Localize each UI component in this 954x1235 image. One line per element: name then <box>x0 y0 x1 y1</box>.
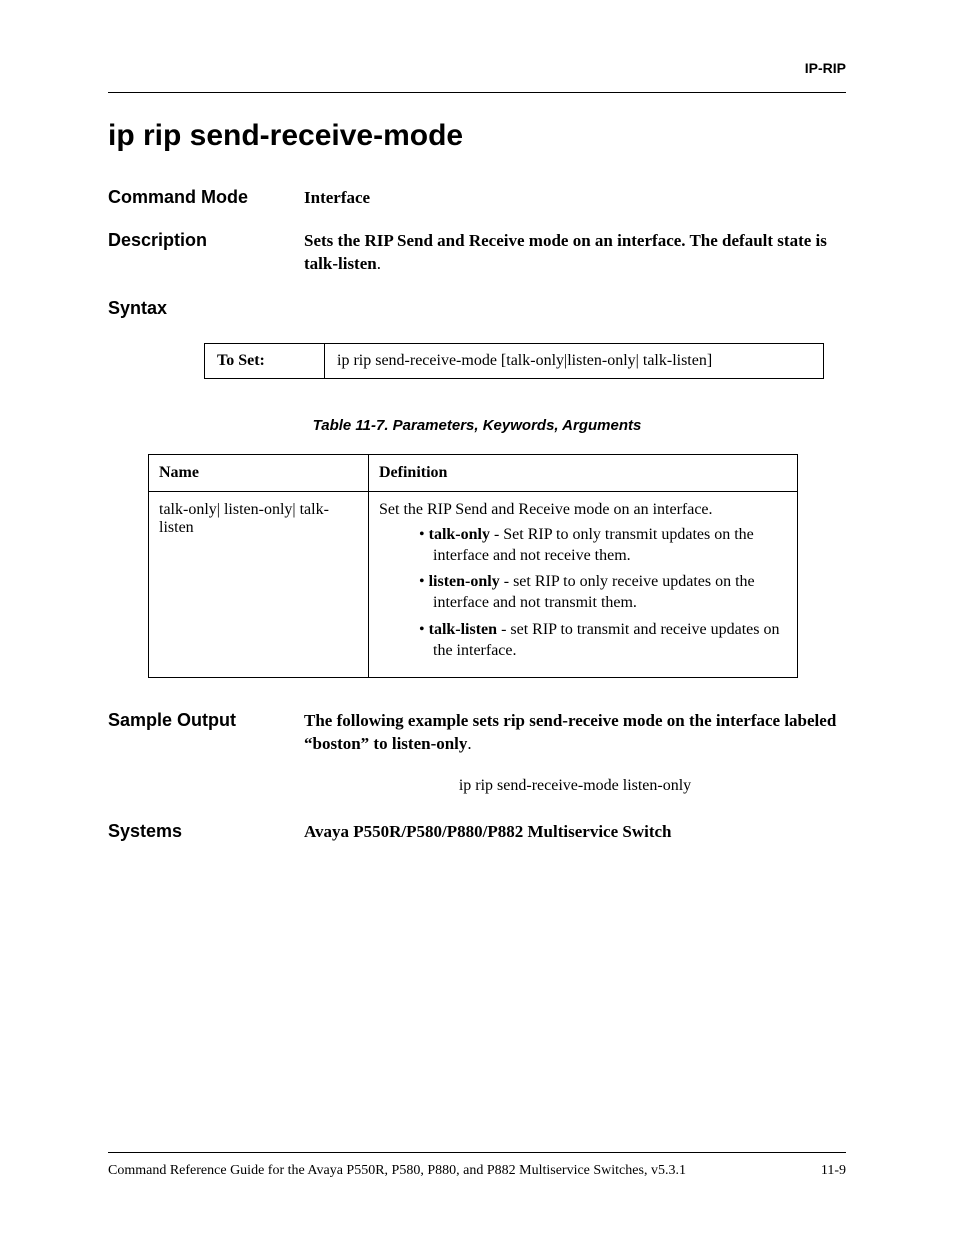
table-row: talk-only| listen-only| talk-listen Set … <box>149 491 798 677</box>
syntax-row-label: To Set: <box>205 343 325 378</box>
list-item: talk-only - Set RIP to only transmit upd… <box>419 525 787 567</box>
sample-output-row: Sample Output The following example sets… <box>108 710 846 756</box>
list-item: listen-only - set RIP to only receive up… <box>419 572 787 614</box>
command-mode-value: Interface <box>304 187 846 210</box>
table-caption: Table 11-7. Parameters, Keywords, Argume… <box>108 417 846 434</box>
systems-value: Avaya P550R/P580/P880/P882 Multiservice … <box>304 821 846 844</box>
description-text: Sets the RIP Send and Receive mode on an… <box>304 230 846 276</box>
bullet-bold: listen-only <box>429 573 500 590</box>
footer-right: 11-9 <box>821 1163 846 1179</box>
syntax-row: To Set: ip rip send-receive-mode [talk-o… <box>205 343 824 378</box>
header-name: Name <box>149 454 369 491</box>
section-header: IP-RIP <box>108 60 846 76</box>
sample-output-text-bold: The following example sets rip send-rece… <box>304 711 836 753</box>
bullet-bold: talk-only <box>429 526 490 543</box>
list-item: talk-listen - set RIP to transmit and re… <box>419 620 787 662</box>
bullet-bold: talk-listen <box>429 621 497 638</box>
definition-list: talk-only - Set RIP to only transmit upd… <box>379 525 787 662</box>
sample-output-text-tail: . <box>467 734 471 753</box>
sample-output-text: The following example sets rip send-rece… <box>304 710 846 756</box>
page-footer: Command Reference Guide for the Avaya P5… <box>108 1152 846 1179</box>
syntax-table: To Set: ip rip send-receive-mode [talk-o… <box>204 343 824 379</box>
sample-output-code: ip rip send-receive-mode listen-only <box>304 777 846 795</box>
sample-output-label: Sample Output <box>108 710 304 756</box>
parameters-table: Name Definition talk-only| listen-only| … <box>148 454 798 678</box>
description-row: Description Sets the RIP Send and Receiv… <box>108 230 846 276</box>
description-label: Description <box>108 230 304 276</box>
syntax-label: Syntax <box>108 298 846 319</box>
systems-label: Systems <box>108 821 304 844</box>
description-text-tail: . <box>377 254 381 273</box>
command-mode-label: Command Mode <box>108 187 304 210</box>
table-header-row: Name Definition <box>149 454 798 491</box>
header-definition: Definition <box>369 454 798 491</box>
param-definition: Set the RIP Send and Receive mode on an … <box>369 491 798 677</box>
footer-left: Command Reference Guide for the Avaya P5… <box>108 1163 686 1179</box>
horizontal-rule <box>108 92 846 93</box>
syntax-row-command: ip rip send-receive-mode [talk-only|list… <box>325 343 824 378</box>
param-name: talk-only| listen-only| talk-listen <box>149 491 369 677</box>
systems-row: Systems Avaya P550R/P580/P880/P882 Multi… <box>108 821 846 844</box>
command-mode-row: Command Mode Interface <box>108 187 846 210</box>
description-text-bold: Sets the RIP Send and Receive mode on an… <box>304 231 827 273</box>
definition-intro: Set the RIP Send and Receive mode on an … <box>379 501 787 519</box>
page-title: ip rip send-receive-mode <box>108 119 846 153</box>
